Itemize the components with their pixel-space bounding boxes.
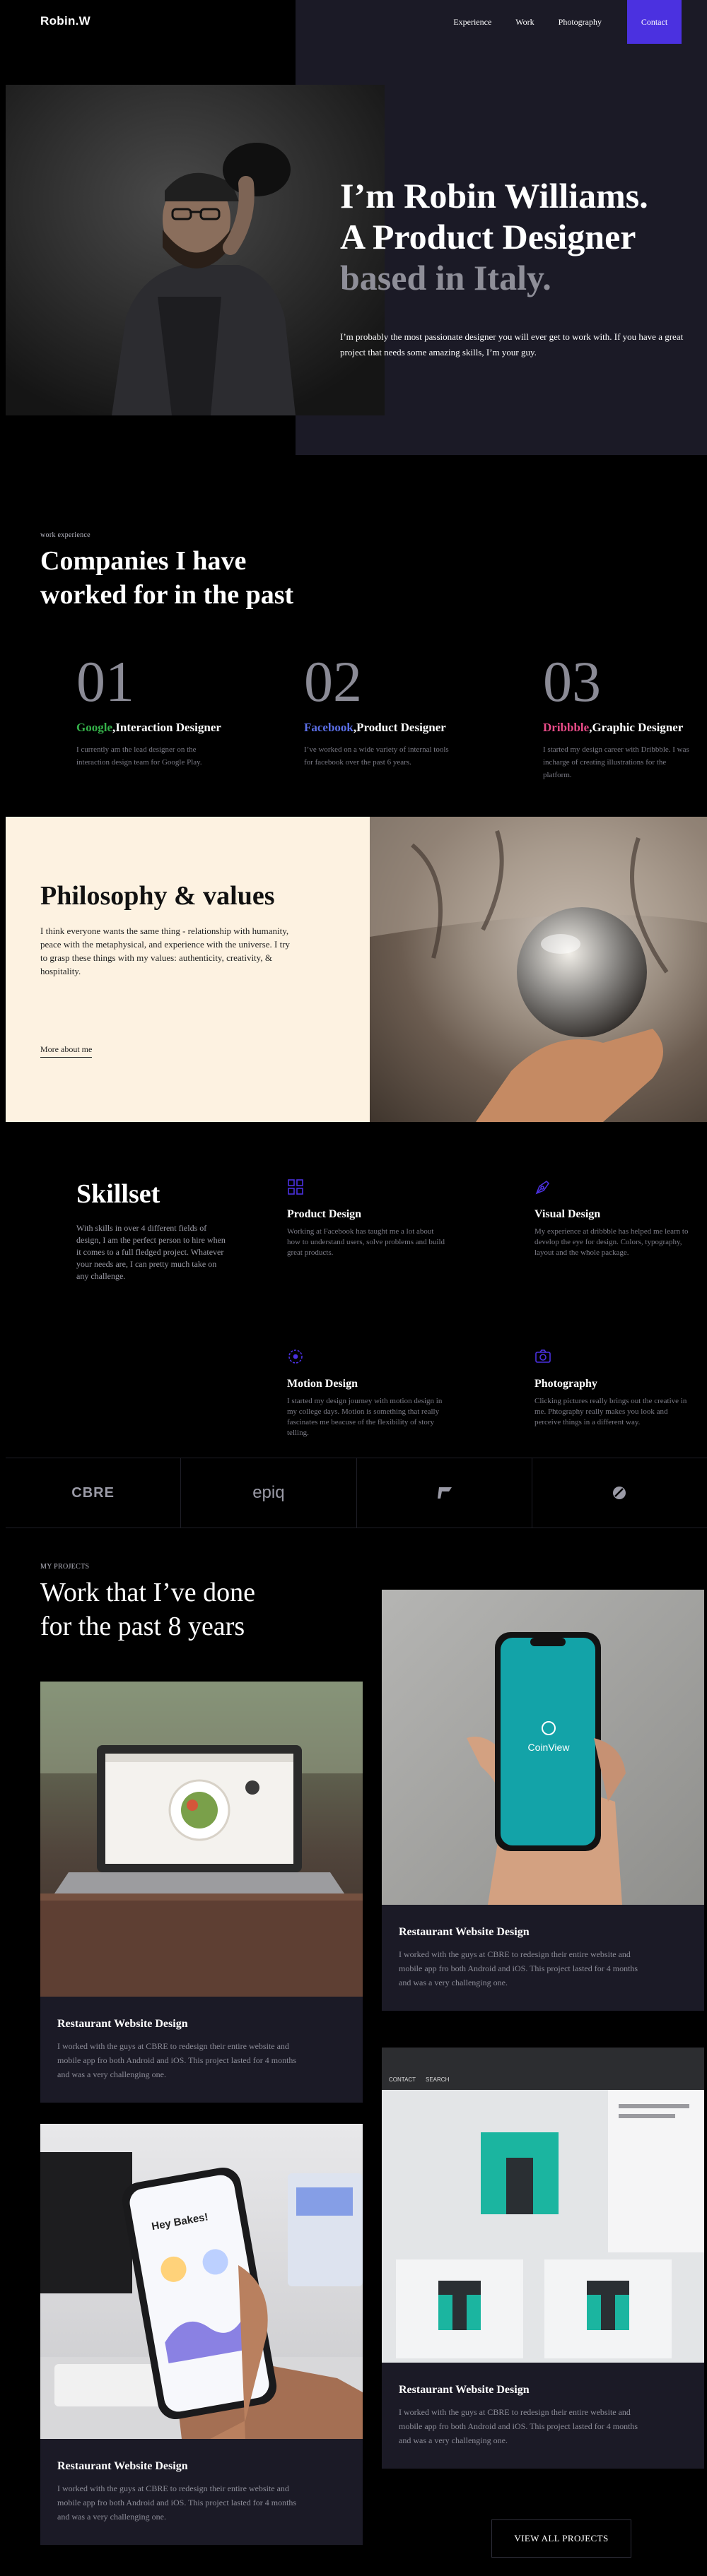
projects-title: Work that I’ve done for the past 8 years [40,1576,255,1643]
logo-cbre: CBRE [6,1458,182,1528]
company-role-title: ,Graphic Designer [589,721,684,734]
company-number: 02 [304,649,362,714]
company-number: 01 [76,649,134,714]
philosophy-text: I think everyone wants the same thing - … [40,926,291,976]
skill-motion-design: Motion Design I started my design journe… [287,1348,446,1438]
crystal-ball-photo [370,817,707,1122]
hero-portrait-photo [6,85,385,415]
projects-title-line1: Work that I’ve done [40,1578,255,1607]
project-card[interactable]: Hey Bakes! Restaurant Website Design I w… [40,2124,363,2545]
experience-title: Companies I have worked for in the past [40,544,293,612]
project-card-title: Restaurant Website Design [399,2384,530,2396]
company-google: 01 Google,Interaction Designer I current… [76,650,288,769]
project-card-description: I worked with the guys at CBRE to redesi… [399,1949,638,1987]
nav-experience[interactable]: Experience [453,17,491,28]
view-all-projects-button[interactable]: VIEW ALL PROJECTS [491,2519,631,2558]
contact-button[interactable]: Contact [627,0,682,44]
skillset-text: With skills in over 4 different fields o… [76,1223,226,1281]
brand-project-image: CONTACT SEARCH [382,2048,704,2363]
skill-title: Photography [534,1378,597,1390]
company-role: Dribbble,Graphic Designer [543,721,707,735]
skill-title: Product Design [287,1208,362,1220]
logo-epiq: epiq [181,1458,357,1528]
project-card-title: Restaurant Website Design [57,2018,188,2030]
company-description: I started my design career with Dribbble… [543,745,689,779]
company-role: Facebook,Product Designer [304,721,516,735]
project-card[interactable]: CoinView Restaurant Website Design I wor… [382,1590,704,2011]
skill-photography: Photography Clicking pictures really bri… [534,1348,694,1428]
philosophy-title: Philosophy & values [40,881,275,911]
phone-project-image: CoinView [382,1590,704,1905]
site-logo[interactable]: Robin.W [40,14,90,28]
projects-eyebrow: MY PROJECTS [40,1563,90,1571]
project-card-title: Restaurant Website Design [399,1926,530,1938]
logo-cbre-text: CBRE [71,1484,115,1501]
grid-icon [287,1178,304,1195]
skill-description: Working at Facebook has taught me a lot … [287,1227,445,1257]
project-card[interactable]: CONTACT SEARCH Restaurant Website Design [382,2048,704,2469]
project-card[interactable]: Restaurant Website Design I worked with … [40,1682,363,2103]
project-card-body: Restaurant Website Design I worked with … [382,2363,704,2469]
hero-heading-line3: based in Italy. [340,258,551,297]
company-role-title: ,Product Designer [353,721,446,734]
company-role-title: ,Interaction Designer [112,721,221,734]
nav-work[interactable]: Work [515,17,534,28]
experience-title-line2: worked for in the past [40,580,294,610]
more-about-me-link[interactable]: More about me [40,1044,93,1058]
company-dribbble: 03 Dribbble,Graphic Designer I started m… [543,650,707,781]
camera-icon [534,1348,551,1365]
company-brand: Facebook [304,721,354,734]
skill-title: Visual Design [534,1208,601,1220]
mock-nav-contact: CONTACT [389,2076,416,2083]
pen-tool-icon [534,1178,551,1195]
hero-heading-line1: I’m Robin Williams. [340,176,648,215]
project-card-title: Restaurant Website Design [57,2460,188,2472]
company-description: I’ve worked on a wide variety of interna… [304,745,449,767]
hero-heading-line2: A Product Designer [340,217,636,256]
site-header: Robin.W Experience Work Photography Cont… [0,0,707,45]
company-facebook: 02 Facebook,Product Designer I’ve worked… [304,650,516,769]
motion-circle-icon [287,1348,304,1365]
experience-title-line1: Companies I have [40,546,247,576]
nav-photography[interactable]: Photography [559,17,602,28]
skill-title: Motion Design [287,1378,358,1390]
skill-description: Clicking pictures really brings out the … [534,1397,687,1426]
project-card-description: I worked with the guys at CBRE to redesi… [399,2407,638,2445]
company-description: I currently am the lead designer on the … [76,745,202,767]
company-brand: Google [76,721,112,734]
project-card-body: Restaurant Website Design I worked with … [40,2439,363,2545]
project-card-description: I worked with the guys at CBRE to redesi… [57,2041,297,2079]
logo-epiq-text: epiq [252,1483,285,1502]
phone-app-name: CoinView [528,1742,571,1753]
skill-product-design: Product Design Working at Facebook has t… [287,1178,446,1258]
skill-description: My experience at dribbble has helped me … [534,1227,689,1257]
leaf-mark-logo [532,1458,707,1528]
mock-nav-search: SEARCH [426,2076,450,2083]
projects-title-line2: for the past 8 years [40,1612,245,1641]
hero-heading: I’m Robin Williams. A Product Designer b… [340,175,648,298]
project-card-body: Restaurant Website Design I worked with … [40,1997,363,2103]
client-logos: CBRE epiq [6,1458,707,1528]
philosophy-panel: Philosophy & values I think everyone wan… [6,817,370,1122]
company-brand: Dribbble [543,721,590,734]
hero-subtitle: I’m probably the most passionate designe… [340,331,684,358]
skill-description: I started my design journey with motion … [287,1397,443,1437]
project-card-body: Restaurant Website Design I worked with … [382,1905,704,2011]
experience-eyebrow: work experience [40,531,90,539]
project-card-description: I worked with the guys at CBRE to redesi… [57,2483,297,2522]
laptop-project-image [40,1682,363,1997]
main-nav: Experience Work Photography Contact [429,0,682,44]
analytics-app-project-image: Hey Bakes! [40,2124,363,2439]
skill-visual-design: Visual Design My experience at dribbble … [534,1178,694,1258]
skillset-title: Skillset [76,1179,160,1209]
flag-mark-logo [357,1458,532,1528]
company-role: Google,Interaction Designer [76,721,288,735]
company-number: 03 [543,649,601,714]
page: Robin.W Experience Work Photography Cont… [0,0,707,2576]
